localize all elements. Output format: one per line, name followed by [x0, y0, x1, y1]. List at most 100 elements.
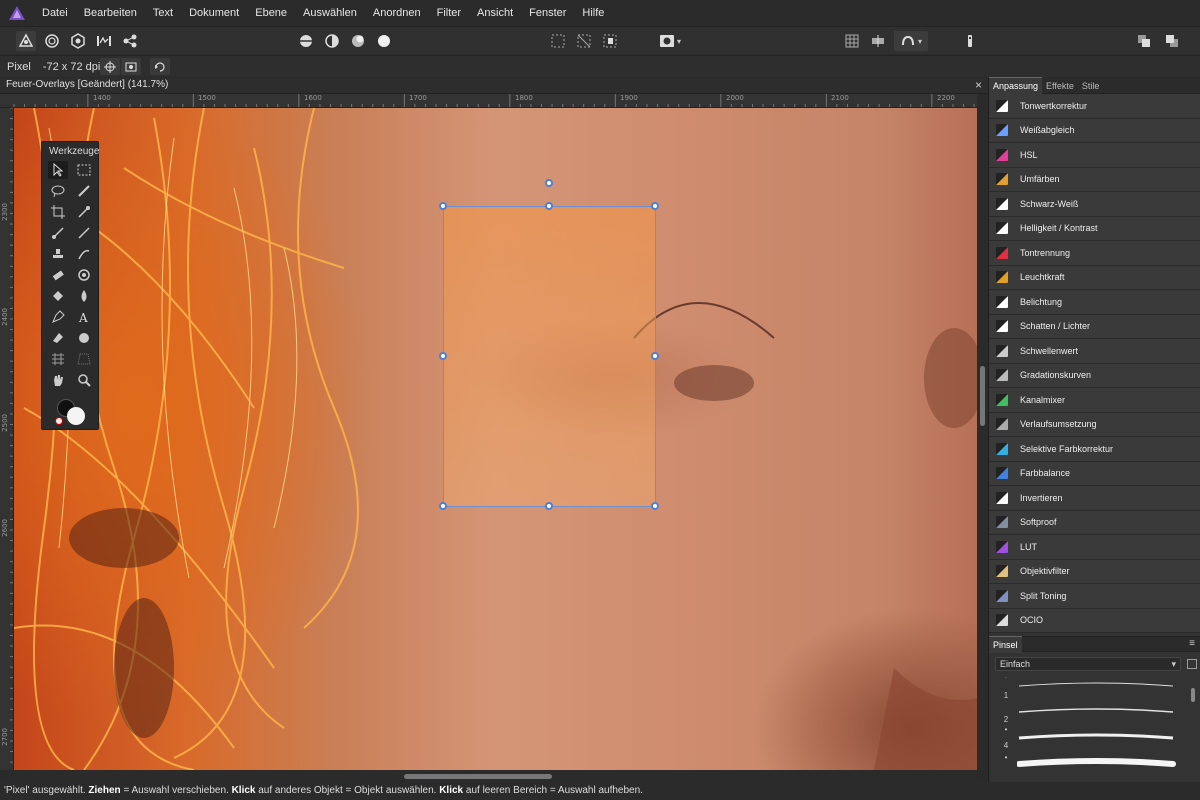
fill-bucket-icon[interactable]: [48, 287, 68, 305]
adjustment-item[interactable]: HSL: [989, 143, 1200, 168]
selection-handle-bottom-left[interactable]: [439, 502, 447, 510]
menu-datei[interactable]: Datei: [34, 0, 76, 26]
adjustment-item[interactable]: Objektivfilter: [989, 559, 1200, 584]
half-circle-icon[interactable]: [322, 31, 342, 51]
dodge-icon[interactable]: [74, 266, 94, 284]
lasso-icon[interactable]: [48, 182, 68, 200]
develop-persona-icon[interactable]: [68, 31, 88, 51]
perspective-icon[interactable]: [74, 350, 94, 368]
horizontal-scrollbar[interactable]: [14, 770, 977, 782]
brush-preset[interactable]: •: [989, 752, 1189, 772]
photo-persona-icon[interactable]: [16, 31, 36, 51]
arrange-back-icon[interactable]: [1134, 31, 1154, 51]
paint-mixer-icon[interactable]: [48, 329, 68, 347]
move-tool-icon[interactable]: [48, 161, 68, 179]
crop-icon[interactable]: [48, 203, 68, 221]
menu-anordnen[interactable]: Anordnen: [365, 0, 429, 26]
menu-text[interactable]: Text: [145, 0, 181, 26]
tone-mapping-persona-icon[interactable]: [94, 31, 114, 51]
color-swatch-icon[interactable]: [55, 397, 87, 425]
align-icon[interactable]: [868, 31, 888, 51]
adjustment-item[interactable]: OCIO: [989, 608, 1200, 633]
tab-anpassung[interactable]: Anpassung: [989, 77, 1043, 94]
selection-handle-top-left[interactable]: [439, 202, 447, 210]
quick-mask-icon[interactable]: ▾: [656, 31, 684, 51]
selection-handle-right[interactable]: [651, 352, 659, 360]
menu-filter[interactable]: Filter: [429, 0, 469, 26]
selection-handle-top[interactable]: [545, 202, 553, 210]
transform-origin-icon[interactable]: [100, 58, 120, 75]
adjustment-item[interactable]: Leuchtkraft: [989, 265, 1200, 290]
adjustment-item[interactable]: Umfärben: [989, 167, 1200, 192]
document-tab[interactable]: Feuer-Overlays [Geändert] (141.7%) ×: [0, 78, 988, 94]
horizontal-scroll-thumb[interactable]: [404, 774, 552, 779]
brush-category-select[interactable]: Einfach ▾: [995, 657, 1181, 671]
adjustment-item[interactable]: Invertieren: [989, 486, 1200, 511]
menu-hilfe[interactable]: Hilfe: [574, 0, 612, 26]
white-circle-icon[interactable]: [374, 31, 394, 51]
pixel-brush-icon[interactable]: [74, 224, 94, 242]
brush-scroll-thumb[interactable]: [1191, 688, 1195, 702]
adjustment-item[interactable]: Farbbalance: [989, 461, 1200, 486]
view-mode-icon[interactable]: [296, 31, 316, 51]
blur-drop-icon[interactable]: [74, 287, 94, 305]
snapping-icon[interactable]: ▾: [894, 31, 928, 51]
rectangle-marquee-icon[interactable]: [74, 161, 94, 179]
adjustment-item[interactable]: Kanalmixer: [989, 388, 1200, 413]
adjustment-item[interactable]: Schwarz-Weiß: [989, 192, 1200, 217]
rotation-handle[interactable]: [545, 179, 553, 187]
menu-bearbeiten[interactable]: Bearbeiten: [76, 0, 145, 26]
adjustment-item[interactable]: Schwellenwert: [989, 339, 1200, 364]
brush-scrollbar[interactable]: [1190, 676, 1196, 776]
marquee-icon[interactable]: [548, 31, 568, 51]
adjustment-item[interactable]: Belichtung: [989, 290, 1200, 315]
zoom-icon[interactable]: [74, 371, 94, 389]
adjustment-item[interactable]: LUT: [989, 535, 1200, 560]
adjustment-item[interactable]: Weißabgleich: [989, 118, 1200, 143]
deselect-icon[interactable]: [574, 31, 594, 51]
tab-stile[interactable]: Stile: [1078, 78, 1104, 94]
grid-icon[interactable]: [842, 31, 862, 51]
invert-selection-icon[interactable]: [600, 31, 620, 51]
adjustment-item[interactable]: Tontrennung: [989, 241, 1200, 266]
menu-dokument[interactable]: Dokument: [181, 0, 247, 26]
rotate-icon[interactable]: [150, 58, 170, 75]
adjustment-item[interactable]: Selektive Farbkorrektur: [989, 437, 1200, 462]
document-canvas[interactable]: [14, 108, 977, 770]
selection-handle-top-right[interactable]: [651, 202, 659, 210]
vertical-scroll-thumb[interactable]: [980, 366, 985, 426]
selection-handle-bottom[interactable]: [545, 502, 553, 510]
liquify-persona-icon[interactable]: [42, 31, 62, 51]
text-tool-icon[interactable]: A: [74, 308, 94, 326]
eyedropper-icon[interactable]: [74, 203, 94, 221]
adjustment-item[interactable]: Helligkeit / Kontrast: [989, 216, 1200, 241]
menu-ansicht[interactable]: Ansicht: [469, 0, 521, 26]
shape-tool-icon[interactable]: [74, 329, 94, 347]
pen-icon[interactable]: [48, 308, 68, 326]
affinity-photo-logo-icon[interactable]: [0, 0, 34, 26]
close-document-icon[interactable]: ×: [975, 78, 982, 92]
smudge-icon[interactable]: [74, 245, 94, 263]
menu-fenster[interactable]: Fenster: [521, 0, 574, 26]
menu-ebene[interactable]: Ebene: [247, 0, 295, 26]
selection-handle-bottom-right[interactable]: [651, 502, 659, 510]
arrange-front-icon[interactable]: [1162, 31, 1182, 51]
panel-menu-icon[interactable]: ≡: [1189, 638, 1195, 649]
mesh-warp-icon[interactable]: [48, 350, 68, 368]
menu-auswaehlen[interactable]: Auswählen: [295, 0, 365, 26]
eraser-icon[interactable]: [48, 266, 68, 284]
adjustment-item[interactable]: Softproof: [989, 510, 1200, 535]
tab-pinsel[interactable]: Pinsel: [989, 635, 1022, 653]
adjustment-item[interactable]: Schatten / Lichter: [989, 314, 1200, 339]
paint-brush-icon[interactable]: [48, 224, 68, 242]
adjustment-item[interactable]: Tonwertkorrektur: [989, 94, 1200, 119]
selection-box[interactable]: [439, 179, 659, 510]
vertical-scrollbar[interactable]: [977, 94, 988, 770]
adjustment-item[interactable]: Verlaufsumsetzung: [989, 412, 1200, 437]
adjustment-item[interactable]: Split Toning: [989, 584, 1200, 609]
hand-icon[interactable]: [48, 371, 68, 389]
assistant-icon[interactable]: [960, 31, 980, 51]
tab-effekte[interactable]: Effekte: [1042, 78, 1078, 94]
export-persona-icon[interactable]: [120, 31, 140, 51]
circle-shade-icon[interactable]: [348, 31, 368, 51]
